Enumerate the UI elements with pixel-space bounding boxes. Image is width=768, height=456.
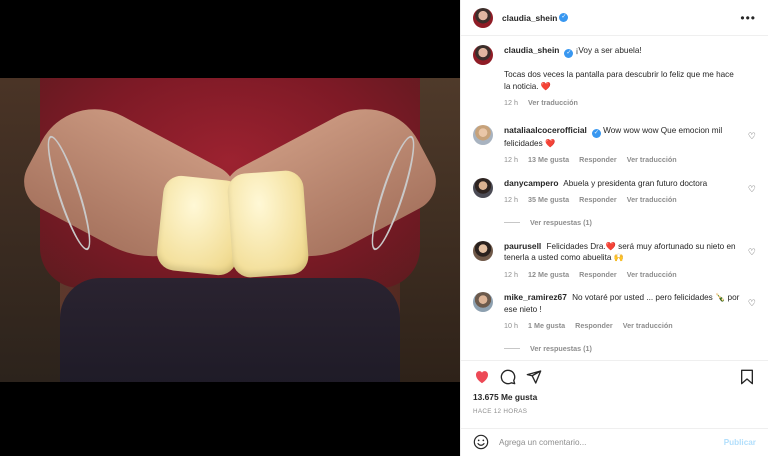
comment-avatar[interactable] xyxy=(473,240,493,261)
comment-username[interactable]: mike_ramirez67 xyxy=(504,292,567,302)
verified-badge-icon: ✓ xyxy=(559,13,569,22)
comment-like-heart-icon[interactable]: ♡ xyxy=(748,184,756,195)
post-header: claudia_shein ✓ ••• xyxy=(461,0,768,36)
post-timestamp[interactable]: HACE 12 HORAS xyxy=(473,408,527,415)
comment-like-heart-icon[interactable]: ♡ xyxy=(748,131,756,142)
caption-time[interactable]: 12 h xyxy=(504,97,518,109)
publish-button[interactable]: Publicar xyxy=(724,438,756,447)
replies-divider-line xyxy=(504,221,520,223)
more-options-icon[interactable]: ••• xyxy=(740,12,756,24)
comment-avatar[interactable] xyxy=(473,177,493,198)
comment-like-heart-icon[interactable]: ♡ xyxy=(748,298,756,309)
comment-likes[interactable]: 12 Me gusta xyxy=(528,269,569,281)
author-avatar[interactable] xyxy=(473,7,493,28)
comment-username[interactable]: danycampero xyxy=(504,178,558,188)
add-comment-bar: Publicar xyxy=(461,428,768,456)
emoji-icon[interactable] xyxy=(473,434,489,452)
caption-line1: ¡Voy a ser abuela! xyxy=(575,46,642,55)
post-photo[interactable] xyxy=(0,78,460,382)
comment-input[interactable] xyxy=(499,438,724,447)
replies-divider-line xyxy=(504,347,520,349)
comment-likes[interactable]: 35 Me gusta xyxy=(528,194,569,206)
likes-count[interactable]: 13.675 Me gusta xyxy=(473,392,537,402)
photo-baby-bootie-right xyxy=(226,169,310,279)
comment-time[interactable]: 12 h xyxy=(504,194,518,206)
share-icon[interactable] xyxy=(525,368,543,386)
comment-reply-link[interactable]: Responder xyxy=(575,320,613,332)
view-replies-link[interactable]: Ver respuestas (1) xyxy=(504,218,756,227)
caption-avatar[interactable] xyxy=(473,45,493,65)
comment-translate-link[interactable]: Ver traducción xyxy=(627,154,677,166)
comment-username[interactable]: paurusell xyxy=(504,241,541,251)
comment-username[interactable]: nataliaalcocerofficial xyxy=(504,125,587,135)
caption-line2: Tocas dos veces la pantalla para descubr… xyxy=(504,70,734,91)
comments-list[interactable]: claudia_shein ✓ ¡Voy a ser abuela! Tocas … xyxy=(461,36,768,359)
comment-time[interactable]: 12 h xyxy=(504,269,518,281)
comment-item: paurusell Felicidades Dra.❤️ será muy af… xyxy=(473,240,756,281)
caption: claudia_shein ✓ ¡Voy a ser abuela! Tocas … xyxy=(473,45,756,109)
post-actions-bar xyxy=(461,360,768,392)
view-replies-label[interactable]: Ver respuestas (1) xyxy=(530,344,592,353)
comment-likes[interactable]: 13 Me gusta xyxy=(528,154,569,166)
caption-username[interactable]: claudia_shein xyxy=(504,45,559,55)
bookmark-icon[interactable] xyxy=(738,368,756,386)
comment-text: Abuela y presidenta gran futuro doctora xyxy=(563,178,708,188)
comment-time[interactable]: 10 h xyxy=(504,320,518,332)
comment-reply-link[interactable]: Responder xyxy=(579,154,617,166)
comment-item: danycampero Abuela y presidenta gran fut… xyxy=(473,177,756,206)
comment-item: mike_ramirez67 No votaré por usted ... p… xyxy=(473,292,756,332)
view-replies-link[interactable]: Ver respuestas (1) xyxy=(504,344,756,353)
comment-likes[interactable]: 1 Me gusta xyxy=(528,320,565,332)
verified-badge-icon: ✓ xyxy=(564,49,574,58)
caption-translate-link[interactable]: Ver traducción xyxy=(528,97,578,109)
comment-reply-link[interactable]: Responder xyxy=(579,194,617,206)
comment-avatar[interactable] xyxy=(473,124,493,145)
post-media[interactable] xyxy=(0,0,460,456)
comment-time[interactable]: 12 h xyxy=(504,154,518,166)
author-username[interactable]: claudia_shein xyxy=(502,13,557,23)
comment-like-heart-icon[interactable]: ♡ xyxy=(748,247,756,258)
photo-dark-pants xyxy=(60,278,400,382)
like-heart-icon[interactable] xyxy=(473,368,491,386)
comment-translate-link[interactable]: Ver traducción xyxy=(627,194,677,206)
comment-item: nataliaalcocerofficial ✓ Wow wow wow Que … xyxy=(473,124,756,166)
comment-translate-link[interactable]: Ver traducción xyxy=(627,269,677,281)
comment-icon[interactable] xyxy=(499,368,517,386)
view-replies-label[interactable]: Ver respuestas (1) xyxy=(530,218,592,227)
comment-avatar[interactable] xyxy=(473,292,493,312)
instagram-post-modal: claudia_shein ✓ ••• claudia_shein ✓ ¡Voy … xyxy=(0,0,768,456)
verified-badge-icon: ✓ xyxy=(591,128,601,138)
comment-translate-link[interactable]: Ver traducción xyxy=(623,320,673,332)
post-side-panel: claudia_shein ✓ ••• claudia_shein ✓ ¡Voy … xyxy=(460,0,768,456)
comment-reply-link[interactable]: Responder xyxy=(579,269,617,281)
